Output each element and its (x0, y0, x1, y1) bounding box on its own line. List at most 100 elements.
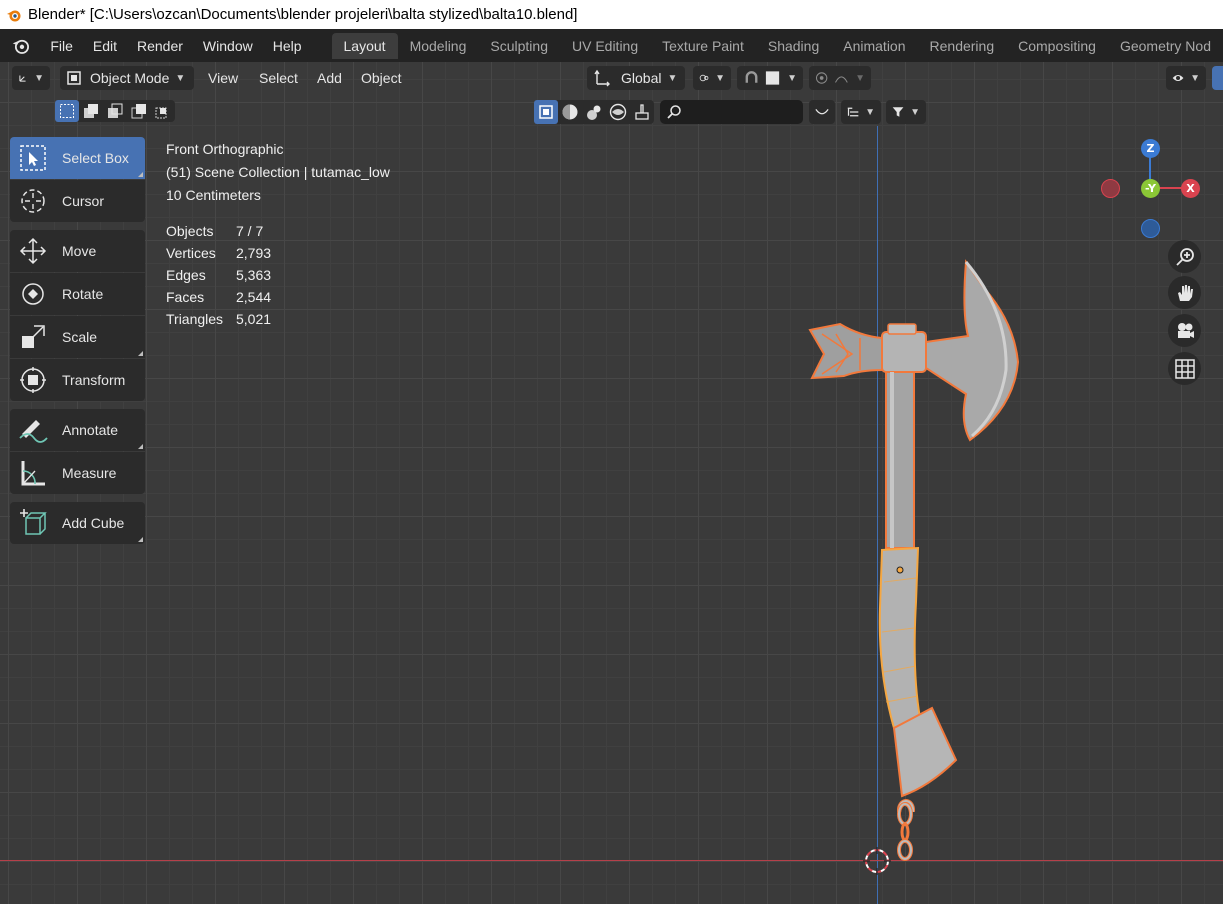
hand-pan-icon (1177, 284, 1193, 301)
select-subtract-mode[interactable] (103, 100, 127, 122)
tab-layout[interactable]: Layout (331, 32, 398, 59)
magnet-snap-icon[interactable] (743, 69, 760, 87)
menu-help[interactable]: Help (263, 38, 312, 54)
menu-render[interactable]: Render (127, 38, 193, 54)
orientation-dropdown[interactable]: Global ▼ (587, 66, 685, 90)
move-arrows-icon (18, 236, 48, 266)
tool-label: Move (62, 243, 97, 259)
pan-button[interactable] (1168, 276, 1201, 309)
stat-label: Triangles (166, 311, 224, 327)
tool-annotate[interactable]: Annotate (10, 409, 145, 451)
mode-label: Object Mode (90, 70, 170, 86)
menu-edit[interactable]: Edit (83, 38, 127, 54)
tool-move[interactable]: Move (10, 230, 145, 272)
tab-rendering[interactable]: Rendering (918, 33, 1007, 59)
tool-cursor[interactable]: Cursor (10, 180, 145, 222)
curve-icon (815, 109, 829, 115)
pivot-point-dropdown[interactable]: ▼ (693, 66, 731, 90)
menu-view[interactable]: View (208, 70, 238, 86)
tool-rotate[interactable]: Rotate (10, 273, 145, 315)
tool-submenu-indicator (138, 537, 143, 542)
material-preview-toggle[interactable] (582, 100, 606, 124)
snap-increment-icon[interactable] (764, 69, 781, 87)
menu-select[interactable]: Select (259, 70, 298, 86)
stat-row: Triangles 5,021 (166, 308, 390, 330)
select-subtract-icon (108, 103, 123, 118)
blender-menu-icon[interactable] (11, 35, 30, 57)
orientation-label: Global (621, 70, 662, 86)
snapping-group[interactable]: ▼ (737, 66, 803, 90)
gizmo-toggle-button[interactable] (1212, 66, 1223, 90)
menu-file[interactable]: File (40, 38, 83, 54)
tool-transform[interactable]: Transform (10, 359, 145, 401)
mode-dropdown[interactable]: Object Mode ▼ (60, 66, 194, 90)
menu-window[interactable]: Window (193, 38, 263, 54)
tool-add-cube[interactable]: Add Cube (10, 502, 145, 544)
viewport-header: ▼ Object Mode ▼ View Select Add Object G… (0, 62, 1223, 94)
tool-shelf: Select Box Cursor Move Rotate Scale Tran… (10, 137, 145, 545)
select-extend-mode[interactable] (79, 100, 103, 122)
tab-animation[interactable]: Animation (831, 33, 917, 59)
list-view-dropdown[interactable]: ▼ (841, 100, 881, 124)
select-new-mode[interactable] (55, 100, 79, 122)
3d-viewport[interactable]: ▼ Object Mode ▼ View Select Add Object G… (0, 62, 1223, 904)
tab-geometry-nodes[interactable]: Geometry Nod (1108, 33, 1223, 59)
select-intersect-mode[interactable] (151, 100, 175, 122)
menu-object[interactable]: Object (361, 70, 401, 86)
tab-sculpting[interactable]: Sculpting (478, 33, 560, 59)
tool-submenu-indicator (138, 172, 143, 177)
rendered-shading-icon (609, 103, 627, 121)
tool-measure[interactable]: Measure (10, 452, 145, 494)
select-extend-icon (84, 104, 98, 118)
proportional-edit-icon[interactable] (815, 69, 828, 87)
curve-snap-button[interactable] (809, 100, 835, 124)
object-type-icon (539, 105, 553, 119)
filter-dropdown[interactable]: ▼ (886, 100, 926, 124)
measure-ruler-icon (18, 458, 48, 488)
proportional-edit-group[interactable]: ▼ (809, 66, 871, 90)
tool-select-box[interactable]: Select Box (10, 137, 145, 179)
chevron-down-icon: ▼ (865, 106, 875, 118)
tab-shading[interactable]: Shading (756, 33, 831, 59)
tab-modeling[interactable]: Modeling (398, 33, 479, 59)
menu-add[interactable]: Add (317, 70, 342, 86)
gizmo-x-axis[interactable]: X (1181, 179, 1200, 198)
gizmo-neg-y-axis[interactable]: -Y (1141, 179, 1160, 198)
overlay-brush-toggle[interactable] (630, 100, 654, 124)
tool-label: Transform (62, 372, 126, 388)
window-title: Blender* [C:\Users\ozcan\Documents\blend… (28, 6, 578, 23)
tab-uv-editing[interactable]: UV Editing (560, 33, 650, 59)
gizmo-z-axis[interactable]: Z (1141, 139, 1160, 158)
camera-view-button[interactable] (1168, 314, 1201, 347)
tool-label: Rotate (62, 286, 104, 302)
tool-label: Cursor (62, 193, 105, 209)
viewport-search-input[interactable] (660, 100, 803, 124)
toggle-ortho-button[interactable] (1168, 352, 1201, 385)
falloff-curve-icon[interactable] (834, 69, 849, 87)
tool-scale[interactable]: Scale (10, 316, 145, 358)
rendered-shading-toggle[interactable] (606, 100, 630, 124)
chevron-down-icon: ▼ (855, 72, 865, 84)
tab-texture-paint[interactable]: Texture Paint (650, 33, 756, 59)
editor-type-button[interactable]: ▼ (12, 66, 50, 90)
tool-label: Select Box (62, 150, 129, 166)
wireframe-toggle[interactable] (534, 100, 558, 124)
axe-model[interactable] (800, 252, 1040, 812)
solid-shading-toggle[interactable] (558, 100, 582, 124)
selection-mode-group (55, 100, 175, 122)
pivot-point-icon (699, 74, 709, 82)
search-icon (667, 105, 681, 119)
axe-chain (897, 802, 913, 861)
stat-label: Vertices (166, 245, 216, 261)
select-invert-mode[interactable] (127, 100, 151, 122)
axe-grip (878, 546, 922, 730)
camera-icon (1177, 322, 1194, 338)
stat-label: Faces (166, 289, 205, 305)
gizmo-neg-x-axis[interactable] (1101, 179, 1120, 198)
zoom-button[interactable] (1168, 240, 1201, 273)
visibility-dropdown[interactable]: ▼ (1166, 66, 1206, 90)
gizmo-neg-z-axis[interactable] (1141, 219, 1160, 238)
tab-compositing[interactable]: Compositing (1006, 33, 1108, 59)
add-cube-icon (18, 508, 48, 538)
stat-row: Edges 5,363 (166, 264, 390, 286)
